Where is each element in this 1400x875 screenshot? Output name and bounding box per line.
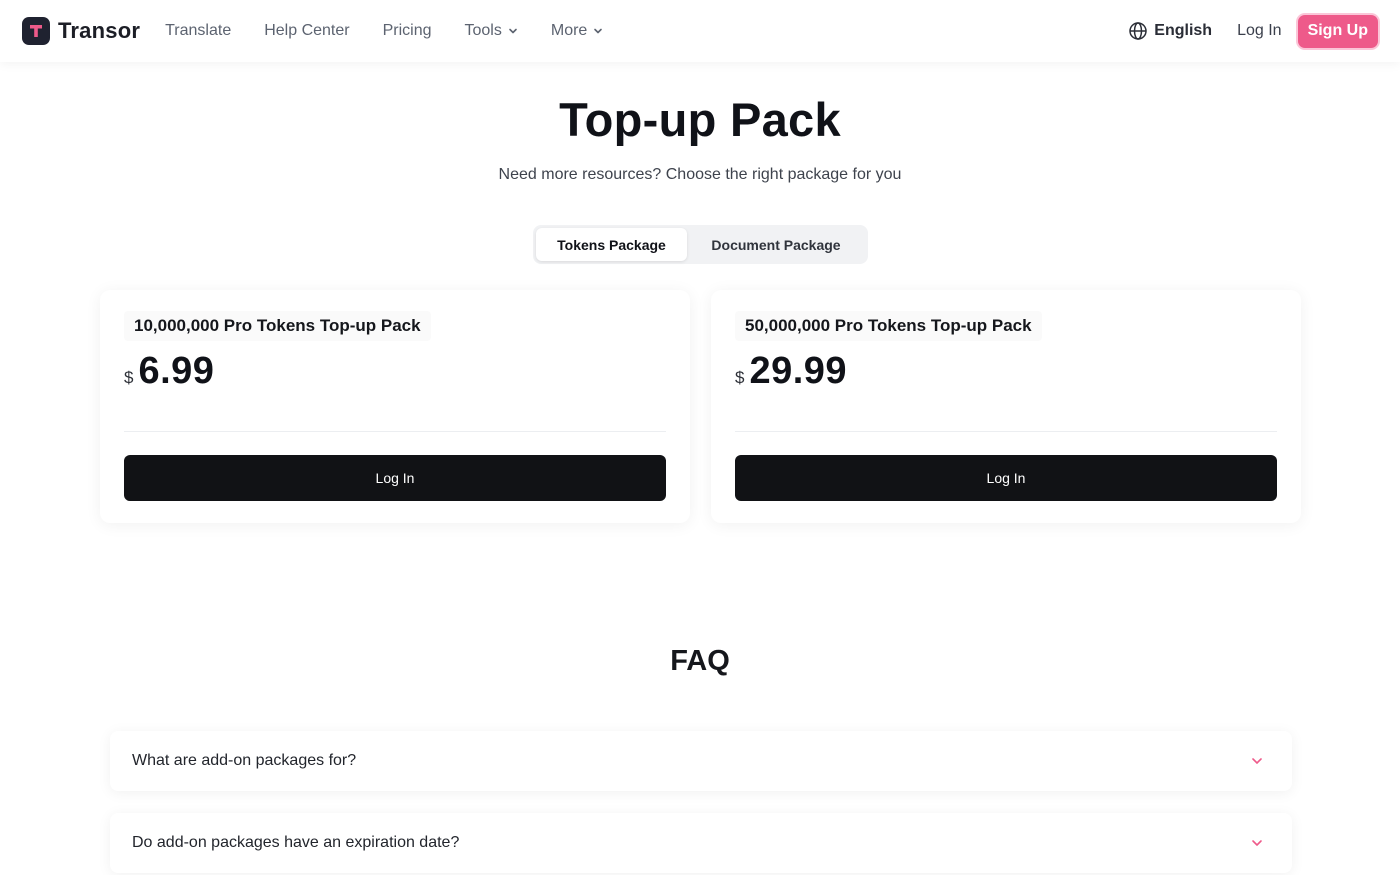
price-amount: 6.99: [138, 350, 215, 392]
card-divider: [124, 431, 666, 432]
chevron-down-icon: [1252, 758, 1262, 764]
brand-home-link[interactable]: Transor: [22, 17, 140, 45]
brand-name: Transor: [58, 18, 141, 43]
tab-document-package[interactable]: Document Package: [687, 228, 865, 261]
package-login-button[interactable]: Log In: [124, 455, 666, 501]
nav-link-pricing[interactable]: Pricing: [383, 22, 432, 40]
price-amount: 29.99: [749, 350, 848, 392]
package-login-button[interactable]: Log In: [735, 455, 1277, 501]
faq-question: What are add-on packages for?: [132, 752, 357, 769]
package-name: 50,000,000 Pro Tokens Top-up Pack: [735, 311, 1042, 341]
login-link[interactable]: Log In: [1237, 22, 1281, 40]
package-card: 10,000,000 Pro Tokens Top-up Pack $ 6.99…: [100, 290, 690, 523]
faq-item[interactable]: What are add-on packages for?: [110, 731, 1292, 791]
chevron-down-icon: [594, 28, 603, 34]
price-currency: $: [735, 368, 745, 387]
nav-actions: English Log In Sign Up: [1128, 14, 1378, 48]
nav-dropdown-more-label: More: [550, 22, 588, 39]
chevron-down-icon: [1252, 840, 1262, 846]
price-currency: $: [124, 368, 134, 387]
faq-item[interactable]: Do add-on packages have an expiration da…: [110, 813, 1292, 873]
nav-dropdown-more[interactable]: More: [551, 22, 603, 40]
faq-question: Do add-on packages have an expiration da…: [132, 834, 460, 851]
faq-title: FAQ: [670, 645, 730, 677]
top-navbar: Transor Translate Help Center Pricing To…: [0, 0, 1400, 62]
language-label: English: [1154, 22, 1213, 39]
package-card: 50,000,000 Pro Tokens Top-up Pack $ 29.9…: [711, 290, 1301, 523]
nav-dropdown-tools-label: Tools: [464, 22, 502, 39]
package-name: 10,000,000 Pro Tokens Top-up Pack: [124, 311, 431, 341]
package-price: $ 6.99: [124, 350, 214, 393]
page-subtitle: Need more resources? Choose the right pa…: [498, 166, 902, 183]
nav-link-translate[interactable]: Translate: [165, 22, 231, 40]
language-selector[interactable]: English: [1128, 21, 1212, 41]
signup-button[interactable]: Sign Up: [1297, 14, 1378, 48]
main-nav: Translate Help Center Pricing Tools More: [165, 22, 636, 40]
transor-logo-icon: [22, 17, 50, 45]
nav-link-help-center[interactable]: Help Center: [264, 22, 349, 40]
package-type-toggle: Tokens Package Document Package: [533, 225, 868, 264]
globe-icon: [1129, 22, 1148, 40]
chevron-down-icon: [509, 28, 517, 34]
card-divider: [735, 431, 1277, 432]
package-price: $ 29.99: [735, 350, 847, 393]
page-title: Top-up Pack: [559, 93, 841, 146]
tab-tokens-package[interactable]: Tokens Package: [536, 228, 687, 261]
nav-dropdown-tools[interactable]: Tools: [465, 22, 518, 40]
